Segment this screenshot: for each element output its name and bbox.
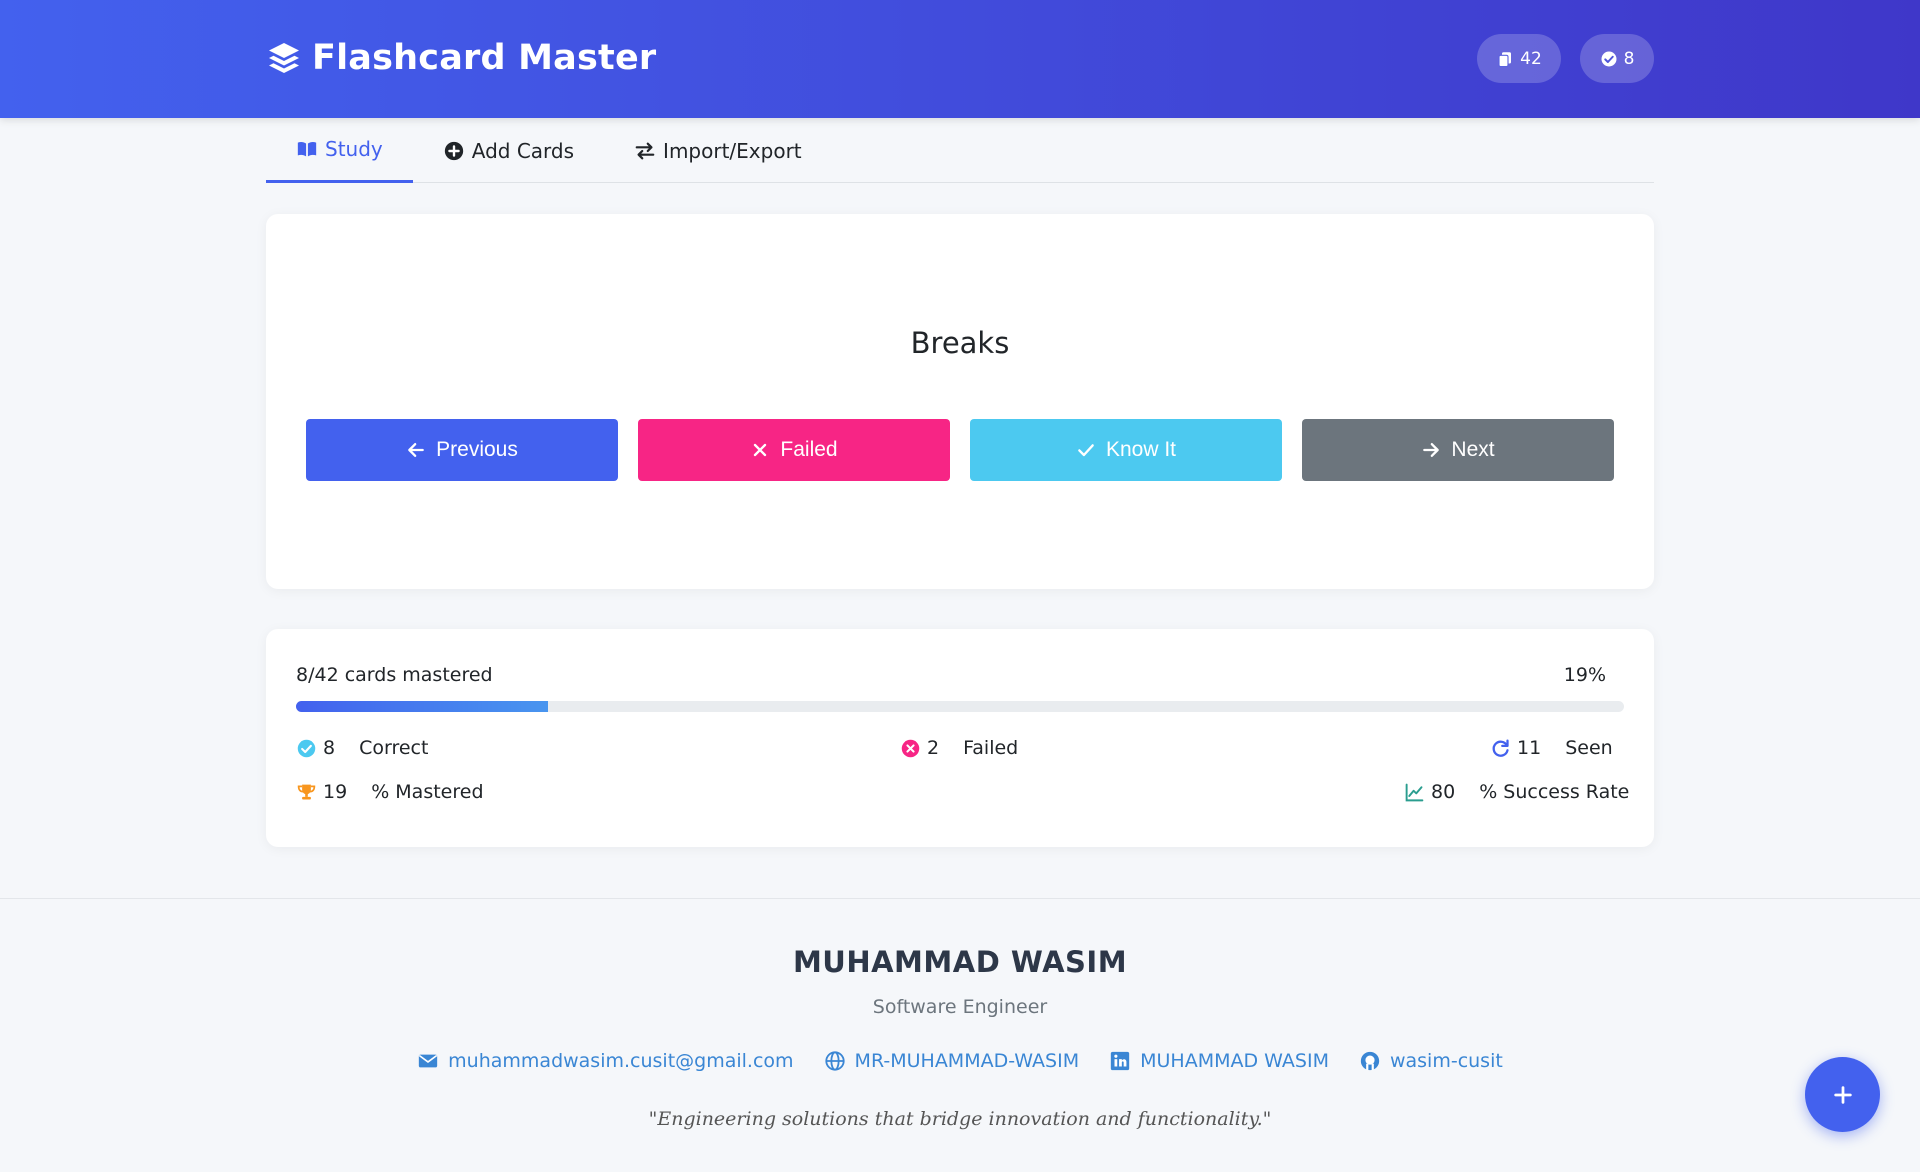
contact-links: muhammadwasim.cusit@gmail.com MR-MUHAMMA… xyxy=(0,1050,1920,1072)
stat-failed-label: Failed xyxy=(963,737,1019,759)
author-role: Software Engineer xyxy=(872,996,1048,1018)
total-cards-badge: 42 xyxy=(1477,34,1561,83)
failed-button-label: Failed xyxy=(780,438,838,461)
know-it-button[interactable]: Know It xyxy=(970,419,1282,481)
stat-failed: 2 Failed xyxy=(900,737,1018,759)
website-link[interactable]: MR-MUHAMMAD-WASIM xyxy=(824,1050,1080,1072)
progress-percent: 19% xyxy=(1563,664,1606,686)
footer-quote: "Engineering solutions that bridge innov… xyxy=(648,1108,1272,1130)
progress-bar xyxy=(296,701,1624,712)
mastered-count: 8 xyxy=(1623,48,1635,69)
flashcard[interactable] xyxy=(266,214,1654,589)
stat-success-rate-value: 80 xyxy=(1431,781,1456,803)
card-term: Breaks xyxy=(910,326,1010,360)
copy-icon xyxy=(1498,51,1512,67)
stat-seen-value: 11 xyxy=(1517,737,1542,759)
total-cards-count: 42 xyxy=(1520,48,1542,69)
stat-success-rate-label: % Success Rate xyxy=(1479,781,1630,803)
tab-add-cards-label: Add Cards xyxy=(471,138,575,163)
trophy-icon xyxy=(297,784,316,799)
github-icon xyxy=(1360,1051,1380,1071)
brand: Flashcard Master xyxy=(266,38,656,78)
stat-failed-value: 2 xyxy=(927,737,940,759)
tab-add-cards[interactable]: Add Cards xyxy=(413,118,604,183)
arrow-right-icon xyxy=(1423,443,1440,457)
arrow-left-icon xyxy=(408,443,424,457)
tab-import-export[interactable]: Import/Export xyxy=(604,118,832,183)
check-circle-icon xyxy=(1601,51,1617,66)
linkedin-icon xyxy=(1110,1051,1130,1071)
mastered-badge: 8 xyxy=(1580,34,1654,83)
tab-bar: Study Add Cards Import/Export xyxy=(266,118,1654,183)
plus-circle-icon xyxy=(444,141,463,160)
stat-seen-label: Seen xyxy=(1565,737,1613,759)
globe-icon xyxy=(824,1051,845,1071)
author-name: MUHAMMAD WASIM xyxy=(792,945,1128,979)
tab-study[interactable]: Study xyxy=(266,118,413,183)
linkedin-text: MUHAMMAD WASIM xyxy=(1140,1050,1329,1072)
stat-correct-label: Correct xyxy=(359,737,429,759)
next-button-label: Next xyxy=(1451,438,1495,461)
add-card-fab[interactable] xyxy=(1805,1057,1880,1132)
stat-mastered-value: 19 xyxy=(323,781,348,803)
progress-bar-fill xyxy=(296,701,549,712)
envelope-icon xyxy=(418,1054,438,1068)
github-text: wasim-cusit xyxy=(1389,1050,1503,1072)
check-circle-icon xyxy=(297,739,316,757)
check-icon xyxy=(1078,444,1094,457)
failed-button[interactable]: Failed xyxy=(638,419,950,481)
plus-icon xyxy=(1833,1085,1852,1104)
footer xyxy=(0,898,1920,1172)
email-link[interactable]: muhammadwasim.cusit@gmail.com xyxy=(417,1050,794,1072)
book-open-icon xyxy=(297,141,317,157)
email-text: muhammadwasim.cusit@gmail.com xyxy=(448,1050,794,1072)
stat-mastered: 19 % Mastered xyxy=(296,781,484,803)
stat-success-rate: 80 % Success Rate xyxy=(1404,781,1629,803)
stat-correct-value: 8 xyxy=(323,737,336,759)
tab-import-export-label: Import/Export xyxy=(663,138,802,163)
redo-icon xyxy=(1492,738,1509,757)
progress-label: 8/42 cards mastered xyxy=(296,664,493,686)
layers-icon xyxy=(269,43,299,73)
website-text: MR-MUHAMMAD-WASIM xyxy=(854,1050,1080,1072)
chart-line-icon xyxy=(1405,783,1424,801)
stat-seen: 11 Seen xyxy=(1490,737,1613,759)
stat-correct: 8 Correct xyxy=(296,737,428,759)
previous-button-label: Previous xyxy=(436,438,518,461)
know-it-button-label: Know It xyxy=(1105,438,1177,461)
app-header: Flashcard Master 42 8 xyxy=(0,0,1920,118)
app-title: Flashcard Master xyxy=(312,38,657,78)
exchange-icon xyxy=(635,142,655,159)
next-button[interactable]: Next xyxy=(1302,419,1614,481)
tab-study-label: Study xyxy=(325,137,383,161)
github-link[interactable]: wasim-cusit xyxy=(1359,1050,1503,1072)
previous-button[interactable]: Previous xyxy=(306,419,618,481)
x-circle-icon xyxy=(901,739,920,757)
close-icon xyxy=(754,443,767,457)
stat-mastered-label: % Mastered xyxy=(371,781,484,803)
linkedin-link[interactable]: MUHAMMAD WASIM xyxy=(1109,1050,1329,1072)
